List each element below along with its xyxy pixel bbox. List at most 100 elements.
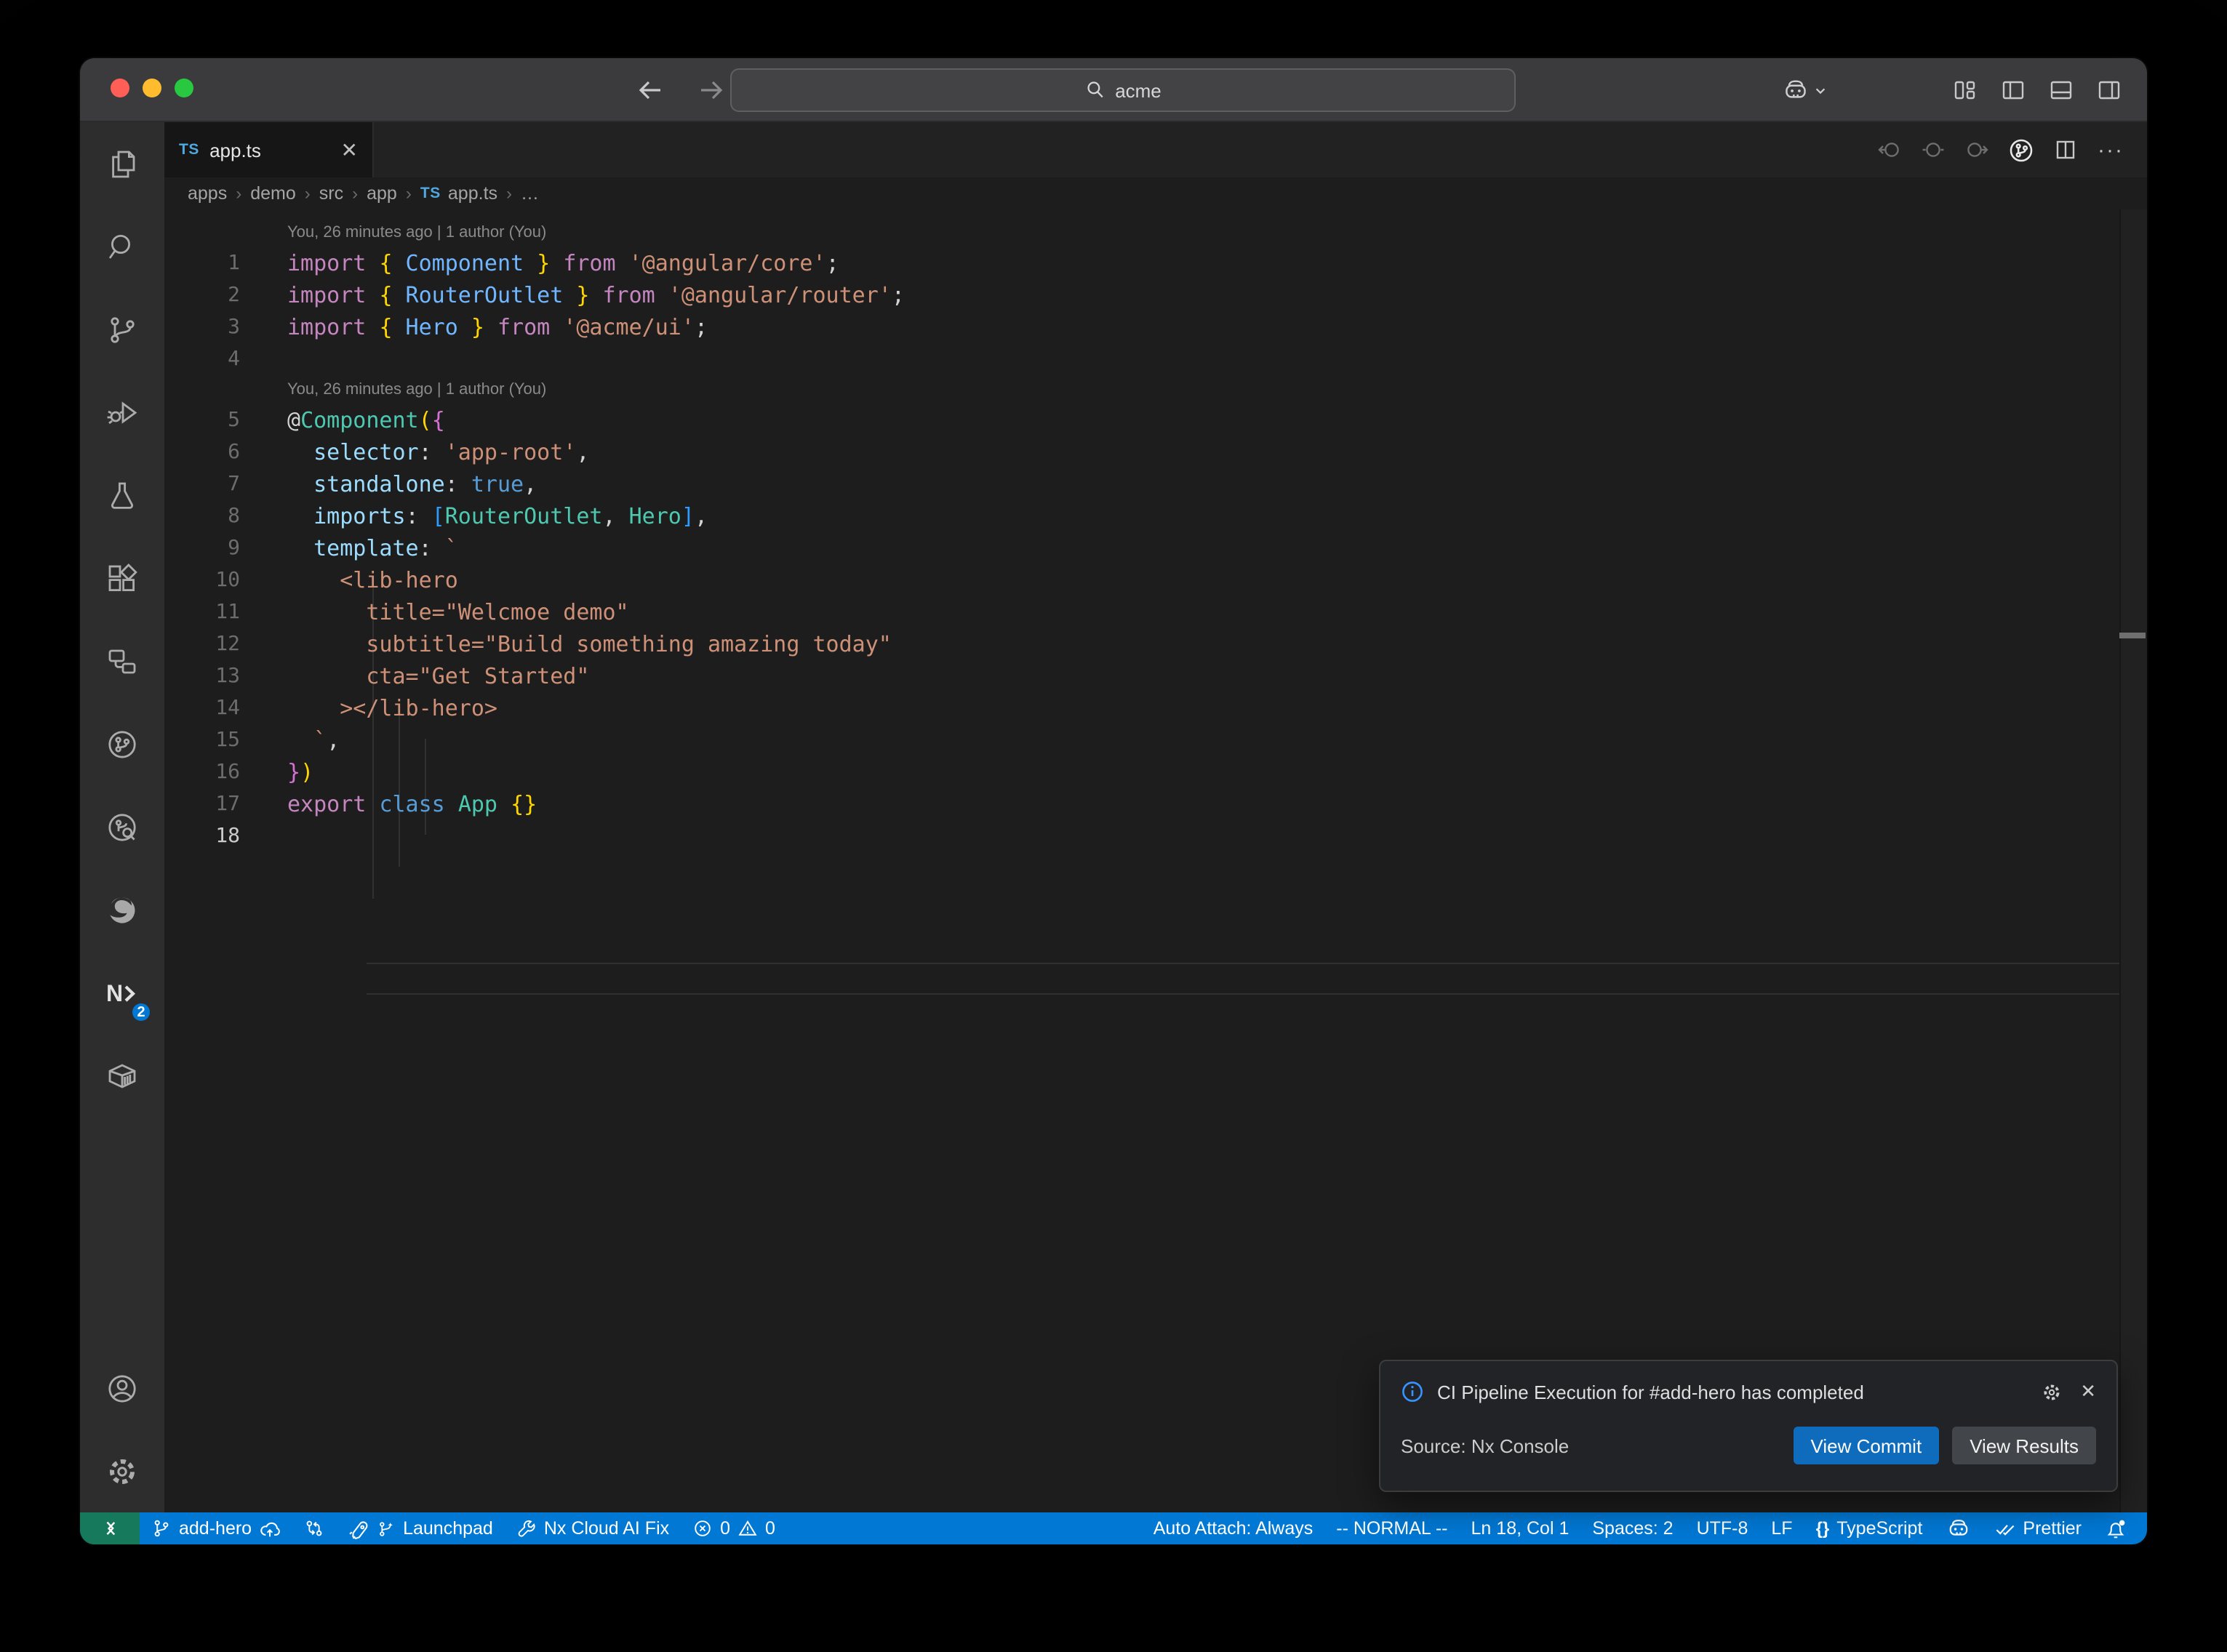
nx-console-icon[interactable]: N 2 bbox=[80, 951, 164, 1034]
encoding-status-item[interactable]: UTF-8 bbox=[1685, 1512, 1760, 1544]
view-results-button[interactable]: View Results bbox=[1952, 1427, 2096, 1464]
formatter-status-item[interactable]: Prettier bbox=[1982, 1512, 2093, 1544]
code-line[interactable]: 9 template: ` bbox=[164, 532, 2119, 564]
code-line[interactable]: 15 `, bbox=[164, 724, 2119, 756]
breadcrumb-item[interactable]: src bbox=[319, 183, 343, 204]
codelens-annotation[interactable]: You, 26 minutes ago | 1 author (You) bbox=[164, 375, 2119, 404]
gitlens-icon[interactable] bbox=[80, 702, 164, 785]
notification-source: Source: Nx Console bbox=[1401, 1435, 1794, 1456]
breadcrumb-item[interactable]: TSapp.ts bbox=[420, 183, 497, 204]
language-status-item[interactable]: {} TypeScript bbox=[1804, 1512, 1935, 1544]
code-line[interactable]: 3import { Hero } from '@acme/ui'; bbox=[164, 311, 2119, 343]
gitlens-inspect-icon[interactable] bbox=[80, 785, 164, 868]
code-line[interactable]: 14 ></lib-hero> bbox=[164, 692, 2119, 724]
notification-toast: CI Pipeline Execution for #add-hero has … bbox=[1379, 1360, 2118, 1492]
account-icon[interactable] bbox=[80, 1347, 164, 1430]
nav-circle-icon[interactable] bbox=[1922, 138, 1945, 161]
more-actions-icon[interactable]: ··· bbox=[2098, 137, 2124, 162]
toggle-sidebar-icon[interactable] bbox=[2002, 79, 2025, 102]
problems-status-item[interactable]: 0 0 bbox=[681, 1512, 787, 1544]
extensions-icon[interactable] bbox=[80, 537, 164, 620]
code-text: `, bbox=[287, 724, 340, 756]
nav-back-circle-icon[interactable] bbox=[1878, 138, 1901, 161]
remote-indicator-icon bbox=[100, 1518, 120, 1539]
toggle-secondary-sidebar-icon[interactable] bbox=[2098, 79, 2121, 102]
code-line[interactable]: 8 imports: [RouterOutlet, Hero], bbox=[164, 500, 2119, 532]
svg-text:N: N bbox=[106, 979, 123, 1006]
code-line[interactable]: 12 subtitle="Build something amazing tod… bbox=[164, 628, 2119, 660]
code-editor[interactable]: You, 26 minutes ago | 1 author (You)1imp… bbox=[164, 209, 2147, 1512]
warning-count: 0 bbox=[765, 1518, 775, 1539]
container-tools-icon[interactable] bbox=[80, 1034, 164, 1117]
code-line[interactable]: 10 <lib-hero bbox=[164, 564, 2119, 596]
code-text: subtitle="Build something amazing today" bbox=[287, 628, 892, 660]
auto-attach-status-item[interactable]: Auto Attach: Always bbox=[1142, 1512, 1325, 1544]
run-debug-icon[interactable] bbox=[80, 371, 164, 454]
vim-mode-status-item[interactable]: -- NORMAL -- bbox=[1324, 1512, 1459, 1544]
nx-badge: 2 bbox=[129, 1001, 153, 1024]
nx-cloud-status-item[interactable]: Nx Cloud AI Fix bbox=[505, 1512, 681, 1544]
source-control-icon[interactable] bbox=[80, 288, 164, 371]
project-boxes-icon[interactable] bbox=[80, 620, 164, 702]
forward-arrow-icon[interactable] bbox=[697, 76, 726, 105]
tab-app-ts[interactable]: TS app.ts ✕ bbox=[164, 122, 374, 177]
breadcrumb-item[interactable]: app bbox=[367, 183, 397, 204]
codelens-annotation[interactable]: You, 26 minutes ago | 1 author (You) bbox=[164, 218, 2119, 247]
code-line[interactable]: 16}) bbox=[164, 756, 2119, 788]
notifications-bell[interactable] bbox=[2093, 1512, 2138, 1544]
tab-label: app.ts bbox=[209, 139, 330, 161]
traffic-minimize[interactable] bbox=[143, 78, 161, 97]
traffic-close[interactable] bbox=[111, 78, 129, 97]
edge-tools-icon[interactable] bbox=[80, 868, 164, 951]
traffic-maximize[interactable] bbox=[175, 78, 193, 97]
code-line[interactable]: 11 title="Welcmoe demo" bbox=[164, 596, 2119, 628]
remote-indicator[interactable] bbox=[80, 1512, 140, 1544]
customize-layout-icon[interactable] bbox=[1954, 79, 1977, 102]
breadcrumb-item[interactable]: apps bbox=[188, 183, 227, 204]
commit-graph-icon[interactable] bbox=[2009, 137, 2034, 162]
code-line[interactable]: 6 selector: 'app-root', bbox=[164, 436, 2119, 468]
code-line[interactable]: 13 cta="Get Started" bbox=[164, 660, 2119, 692]
line-number: 15 bbox=[164, 724, 287, 756]
search-icon[interactable] bbox=[80, 205, 164, 288]
close-icon[interactable]: ✕ bbox=[341, 140, 358, 160]
bell-dot-icon bbox=[2105, 1517, 2127, 1539]
back-arrow-icon[interactable] bbox=[636, 76, 665, 105]
line-number: 11 bbox=[164, 596, 287, 628]
code-line[interactable]: 2import { RouterOutlet } from '@angular/… bbox=[164, 279, 2119, 311]
breadcrumb-separator-icon: › bbox=[351, 183, 359, 204]
view-commit-button[interactable]: View Commit bbox=[1794, 1427, 1940, 1464]
command-center-search[interactable]: acme bbox=[730, 68, 1516, 112]
scrollbar[interactable] bbox=[2119, 209, 2147, 1512]
nav-forward-circle-icon[interactable] bbox=[1965, 138, 1988, 161]
explorer-icon[interactable] bbox=[80, 122, 164, 205]
code-text: import { Hero } from '@acme/ui'; bbox=[287, 311, 708, 343]
eol-status-item[interactable]: LF bbox=[1759, 1512, 1804, 1544]
code-line[interactable]: 1import { Component } from '@angular/cor… bbox=[164, 247, 2119, 279]
launchpad-status-item[interactable]: Launchpad bbox=[336, 1512, 505, 1544]
copilot-status-item[interactable] bbox=[1934, 1512, 1982, 1544]
git-compare-status-item[interactable] bbox=[292, 1512, 336, 1544]
indentation-status-item[interactable]: Spaces: 2 bbox=[1580, 1512, 1684, 1544]
close-icon[interactable]: ✕ bbox=[2080, 1380, 2096, 1403]
testing-icon[interactable] bbox=[80, 454, 164, 537]
line-number: 7 bbox=[164, 468, 287, 500]
breadcrumb: apps›demo›src›app›TSapp.ts›… bbox=[164, 177, 2147, 209]
cursor-position-status-item[interactable]: Ln 18, Col 1 bbox=[1460, 1512, 1581, 1544]
formatter-label: Prettier bbox=[2023, 1518, 2082, 1539]
gear-icon[interactable] bbox=[2041, 1381, 2063, 1403]
copilot-menu[interactable] bbox=[1782, 76, 1827, 104]
settings-gear-icon[interactable] bbox=[80, 1430, 164, 1512]
toggle-panel-icon[interactable] bbox=[2050, 79, 2073, 102]
code-text: selector: 'app-root', bbox=[287, 436, 589, 468]
git-branch-icon bbox=[151, 1518, 172, 1539]
split-editor-icon[interactable] bbox=[2054, 138, 2077, 161]
code-line[interactable]: 18 bbox=[164, 820, 2119, 852]
code-line[interactable]: 7 standalone: true, bbox=[164, 468, 2119, 500]
branch-status-item[interactable]: add-hero bbox=[140, 1512, 292, 1544]
breadcrumb-item[interactable]: demo bbox=[250, 183, 296, 204]
breadcrumb-item[interactable]: … bbox=[521, 183, 539, 204]
code-line[interactable]: 5@Component({ bbox=[164, 404, 2119, 436]
code-line[interactable]: 4 bbox=[164, 343, 2119, 375]
code-line[interactable]: 17export class App {} bbox=[164, 788, 2119, 820]
